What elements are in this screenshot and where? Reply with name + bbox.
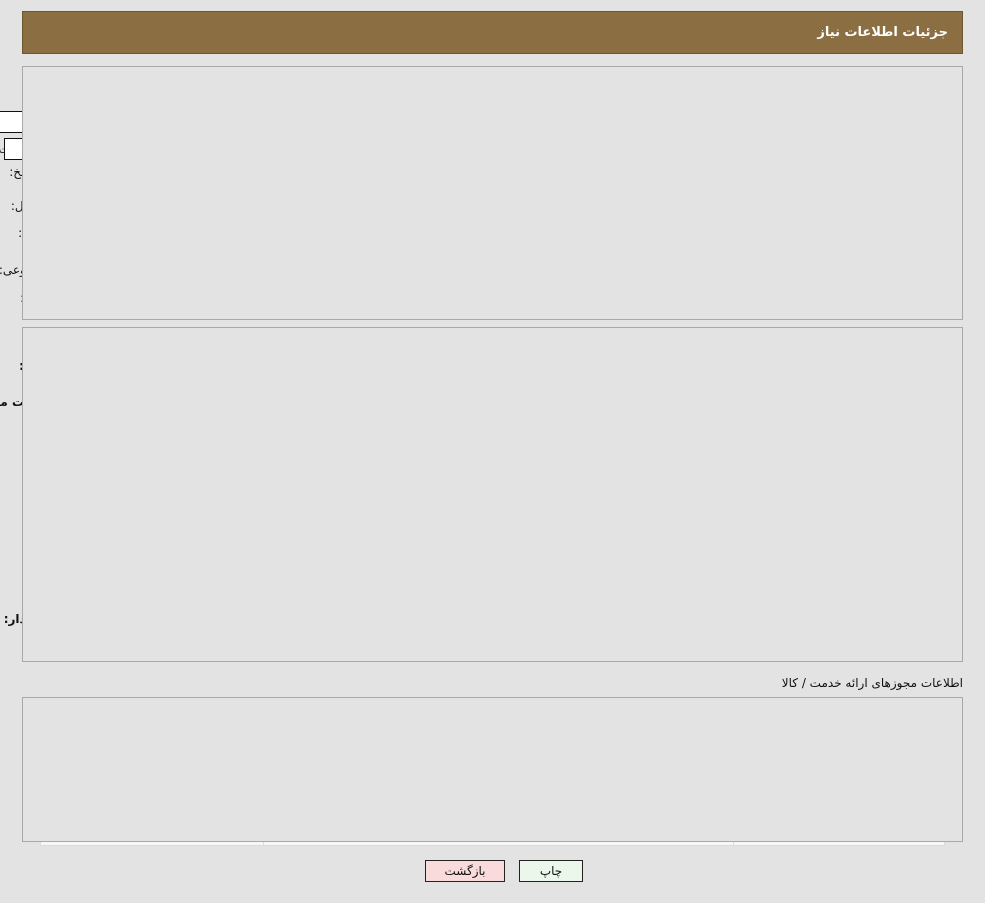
need-description-panel (22, 327, 963, 662)
need-info-panel (22, 66, 963, 320)
back-button[interactable]: بازگشت (425, 860, 505, 882)
page-title: جزئیات اطلاعات نیاز (817, 25, 948, 40)
page-title-bar: جزئیات اطلاعات نیاز (22, 11, 963, 54)
permits-heading: اطلاعات مجوزهای ارائه خدمت / کالا (781, 676, 963, 690)
permits-panel (22, 697, 963, 842)
print-button[interactable]: چاپ (519, 860, 583, 882)
